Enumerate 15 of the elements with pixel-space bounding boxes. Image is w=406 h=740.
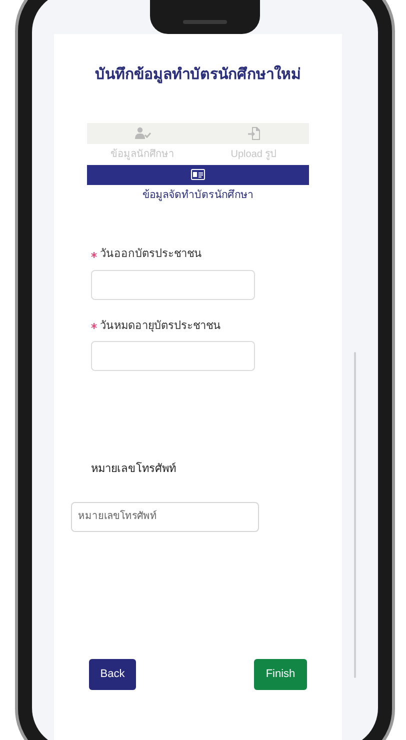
field-label: วันออกบัตรประชาชน xyxy=(100,247,202,262)
back-button[interactable]: Back xyxy=(89,659,136,690)
field-label: หมายเลขโทรศัพท์ xyxy=(90,461,177,478)
input-field[interactable] xyxy=(91,270,255,300)
id-card-icon xyxy=(191,169,205,180)
person-check-icon xyxy=(134,127,150,139)
file-import-icon xyxy=(248,126,260,140)
field-label: วันหมดอายุบัตรประชาชน xyxy=(100,318,221,334)
phone-input-field[interactable]: หมายเลขโทรศัพท์ xyxy=(71,502,259,532)
finish-button[interactable]: Finish xyxy=(254,659,307,690)
step-tab[interactable]: ข้อมูลจัดทำบัตรนักศึกษา xyxy=(142,184,254,206)
speaker-grille xyxy=(183,20,227,24)
input-field[interactable] xyxy=(91,341,255,372)
scrollbar[interactable] xyxy=(354,352,356,678)
page-title: บันทึกข้อมูลทำบัตรนักศึกษาใหม่ xyxy=(95,64,301,86)
